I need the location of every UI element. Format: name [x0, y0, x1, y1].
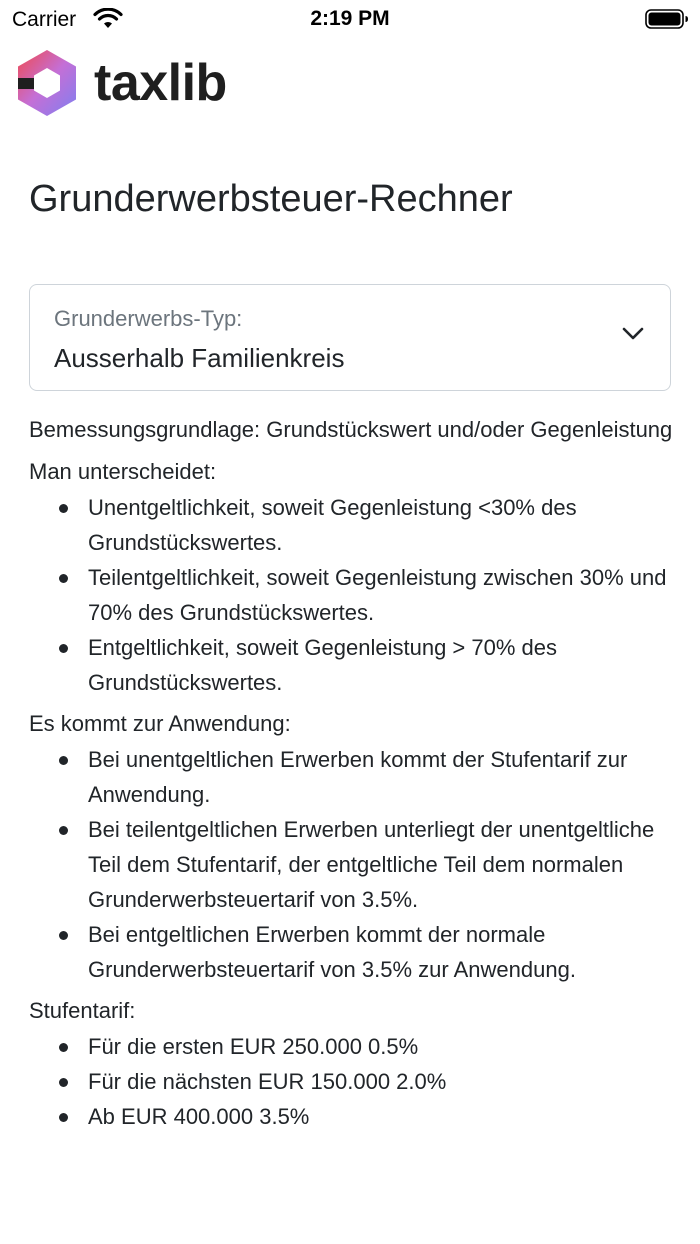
bullet-icon [59, 1113, 68, 1122]
tariff-list: Für die ersten EUR 250.000 0.5% Für die … [29, 1029, 674, 1134]
application-heading: Es kommt zur Anwendung: [29, 711, 291, 736]
bullet-icon [59, 644, 68, 653]
status-bar: Carrier 2:19 PM [0, 0, 700, 40]
app-name: taxlib [94, 54, 227, 112]
acquisition-type-select[interactable]: Grunderwerbs-Typ: Ausserhalb Familienkre… [29, 284, 671, 391]
page-title: Grunderwerbsteuer-Rechner [29, 178, 513, 220]
bullet-icon [59, 504, 68, 513]
list-item: Bei entgeltlichen Erwerben kommt der nor… [29, 917, 674, 987]
bullet-icon [59, 826, 68, 835]
bullet-icon [59, 1043, 68, 1052]
list-item: Für die nächsten EUR 150.000 2.0% [29, 1064, 674, 1099]
list-item: Teilentgeltlichkeit, soweit Gegenleistun… [29, 560, 674, 630]
battery-icon [645, 9, 688, 29]
select-label: Grunderwerbs-Typ: [54, 306, 243, 331]
chevron-down-icon [622, 327, 644, 340]
distinguish-heading: Man unterscheidet: [29, 459, 217, 484]
application-list: Bei unentgeltlichen Erwerben kommt der S… [29, 742, 674, 987]
list-item: Unentgeltlichkeit, soweit Gegenleistung … [29, 490, 674, 560]
tariff-heading: Stufentarif: [29, 998, 136, 1023]
bullet-icon [59, 574, 68, 583]
list-item: Bei teilentgeltlichen Erwerben unterlieg… [29, 812, 674, 917]
info-content: Bemessungsgrundlage: Grundstückswert und… [29, 408, 674, 1140]
select-value: Ausserhalb Familienkreis [54, 343, 345, 373]
list-item: Für die ersten EUR 250.000 0.5% [29, 1029, 674, 1064]
taxlib-logo-icon [18, 50, 76, 116]
bullet-icon [59, 756, 68, 765]
basis-text: Bemessungsgrundlage: Grundstückswert und… [29, 417, 673, 442]
distinguish-list: Unentgeltlichkeit, soweit Gegenleistung … [29, 490, 674, 700]
bullet-icon [59, 1078, 68, 1087]
list-item: Bei unentgeltlichen Erwerben kommt der S… [29, 742, 674, 812]
clock: 2:19 PM [310, 7, 390, 30]
list-item: Entgeltlichkeit, soweit Gegenleistung > … [29, 630, 674, 700]
bullet-icon [59, 931, 68, 940]
app-logo[interactable]: taxlib [16, 48, 227, 118]
list-item: Ab EUR 400.000 3.5% [29, 1099, 674, 1134]
